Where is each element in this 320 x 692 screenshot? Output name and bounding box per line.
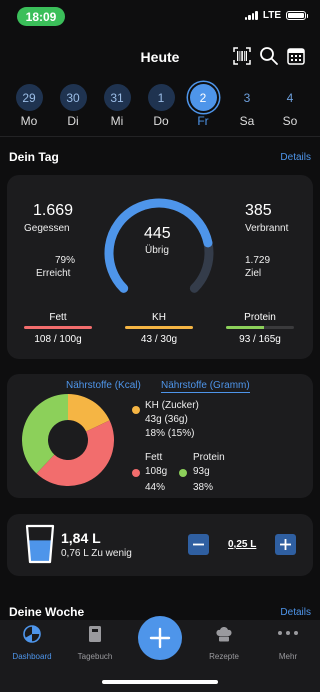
protein-line2: 38%: [193, 482, 214, 493]
nav-label-recipes: Rezepte: [209, 652, 239, 661]
daily-summary-card[interactable]: 1.669 Gegessen 79% Erreicht 445 Übrig 38…: [7, 175, 313, 359]
remaining-value: 445: [144, 225, 171, 242]
nav-dashboard[interactable]: Dashboard: [0, 624, 64, 661]
protein-dot: [179, 469, 187, 477]
nav-more[interactable]: Mehr: [256, 624, 320, 661]
goal-value: 1.729: [245, 255, 271, 266]
macro-bar-fett: [24, 326, 92, 329]
day-mi[interactable]: 31 Mi: [102, 84, 132, 128]
status-time: 18:09: [17, 7, 65, 26]
day-label: Di: [67, 114, 79, 128]
water-plus-button[interactable]: [275, 534, 296, 555]
dashboard-icon: [23, 625, 41, 643]
day-number: 3: [243, 90, 251, 105]
day-mo[interactable]: 29 Mo: [14, 84, 44, 128]
water-step-value[interactable]: 0,25 L: [228, 539, 256, 550]
water-card: 1,84 L 0,76 L Zu wenig 0,25 L: [7, 514, 313, 576]
day-label: Mo: [20, 114, 38, 128]
day-sa[interactable]: 3 Sa: [232, 84, 262, 129]
macro-bar-protein: [226, 326, 294, 329]
day-number: 2: [189, 84, 217, 111]
section-title-deine-woche: Deine Woche: [9, 605, 85, 619]
nav-label-more: Mehr: [278, 652, 298, 661]
divider: [0, 136, 320, 137]
details-link-dein-tag[interactable]: Details: [280, 152, 311, 163]
protein-title: Protein: [193, 452, 225, 463]
remaining-label: Übrig: [145, 245, 169, 256]
kh-dot: [132, 406, 140, 414]
fett-dot: [132, 469, 140, 477]
burned-label: Verbrannt: [245, 223, 289, 234]
reached-label: Erreicht: [36, 268, 71, 279]
water-note: 0,76 L Zu wenig: [61, 548, 132, 559]
goal-label: Ziel: [245, 268, 262, 279]
details-link-deine-woche[interactable]: Details: [280, 607, 311, 618]
day-number: 4: [286, 90, 294, 105]
search-icon[interactable]: [259, 46, 279, 66]
water-minus-button[interactable]: [188, 534, 209, 555]
chef-hat-icon: [216, 627, 232, 642]
add-icon: [149, 627, 171, 649]
macro-label-protein: Protein: [244, 312, 276, 323]
macro-bar-fill: [226, 326, 265, 329]
protein-line1: 93g: [193, 466, 210, 477]
day-number: 29: [15, 84, 43, 111]
section-title-dein-tag: Dein Tag: [9, 150, 59, 164]
day-label: So: [282, 114, 298, 128]
macro-value-fett: 108 / 100g: [34, 334, 82, 345]
tab-nutrients-kcal[interactable]: Nährstoffe (Kcal): [66, 380, 141, 391]
macro-bar-fill: [24, 326, 92, 329]
fett-line1: 108g: [145, 466, 168, 477]
nutrients-card: Nährstoffe (Kcal) Nährstoffe (Gramm) KH …: [7, 374, 313, 498]
day-label: Mi: [110, 114, 124, 128]
macro-bar-kh: [125, 326, 193, 329]
day-number: 31: [103, 84, 131, 111]
eaten-label: Gegessen: [24, 223, 70, 234]
add-button[interactable]: [138, 616, 182, 660]
eaten-value: 1.669: [33, 202, 74, 219]
home-indicator: [102, 680, 218, 684]
burned-value: 385: [245, 202, 272, 219]
day-fr[interactable]: 2 Fr: [188, 84, 218, 128]
more-icon: [278, 631, 298, 635]
water-glass-icon: [25, 524, 55, 564]
barcode-icon[interactable]: [232, 46, 252, 66]
water-amount: 1,84 L: [61, 530, 101, 546]
macro-donut-chart: [22, 394, 114, 486]
plus-icon: [280, 539, 291, 550]
macro-label-fett: Fett: [49, 312, 67, 323]
day-number: 30: [59, 84, 87, 111]
nav-label-dashboard: Dashboard: [12, 652, 52, 661]
macro-value-kh: 43 / 30g: [140, 334, 178, 345]
calendar-icon[interactable]: [286, 46, 306, 66]
status-indicators: LTE: [244, 10, 308, 21]
day-number: 1: [147, 84, 175, 111]
reached-pct: 79%: [55, 255, 76, 266]
day-so[interactable]: 4 So: [275, 84, 305, 129]
macro-bar-fill: [125, 326, 193, 329]
status-time-text: 18:09: [25, 9, 57, 24]
day-di[interactable]: 30 Di: [58, 84, 88, 128]
fett-title: Fett: [145, 452, 163, 463]
diary-icon: [89, 626, 101, 642]
fett-line2: 44%: [145, 482, 166, 493]
battery-icon: [286, 11, 308, 20]
macro-value-protein: 93 / 165g: [239, 334, 281, 345]
day-do[interactable]: 1 Do: [146, 84, 176, 128]
macro-label-kh: KH: [152, 312, 166, 323]
day-label: Fr: [197, 114, 209, 128]
day-label: Do: [153, 114, 169, 128]
nav-recipes[interactable]: Rezepte: [192, 624, 256, 661]
kh-line1: 43g (36g): [145, 414, 188, 425]
day-label: Sa: [239, 114, 255, 128]
network-label: LTE: [262, 10, 281, 21]
nav-diary[interactable]: Tagebuch: [63, 624, 127, 661]
nav-label-diary: Tagebuch: [77, 652, 113, 661]
tab-nutrients-gramm[interactable]: Nährstoffe (Gramm): [161, 380, 250, 393]
kh-title: KH (Zucker): [145, 400, 199, 411]
minus-icon: [193, 543, 204, 546]
signal-icon: [244, 11, 258, 20]
kh-line2: 18% (15%): [145, 428, 195, 439]
